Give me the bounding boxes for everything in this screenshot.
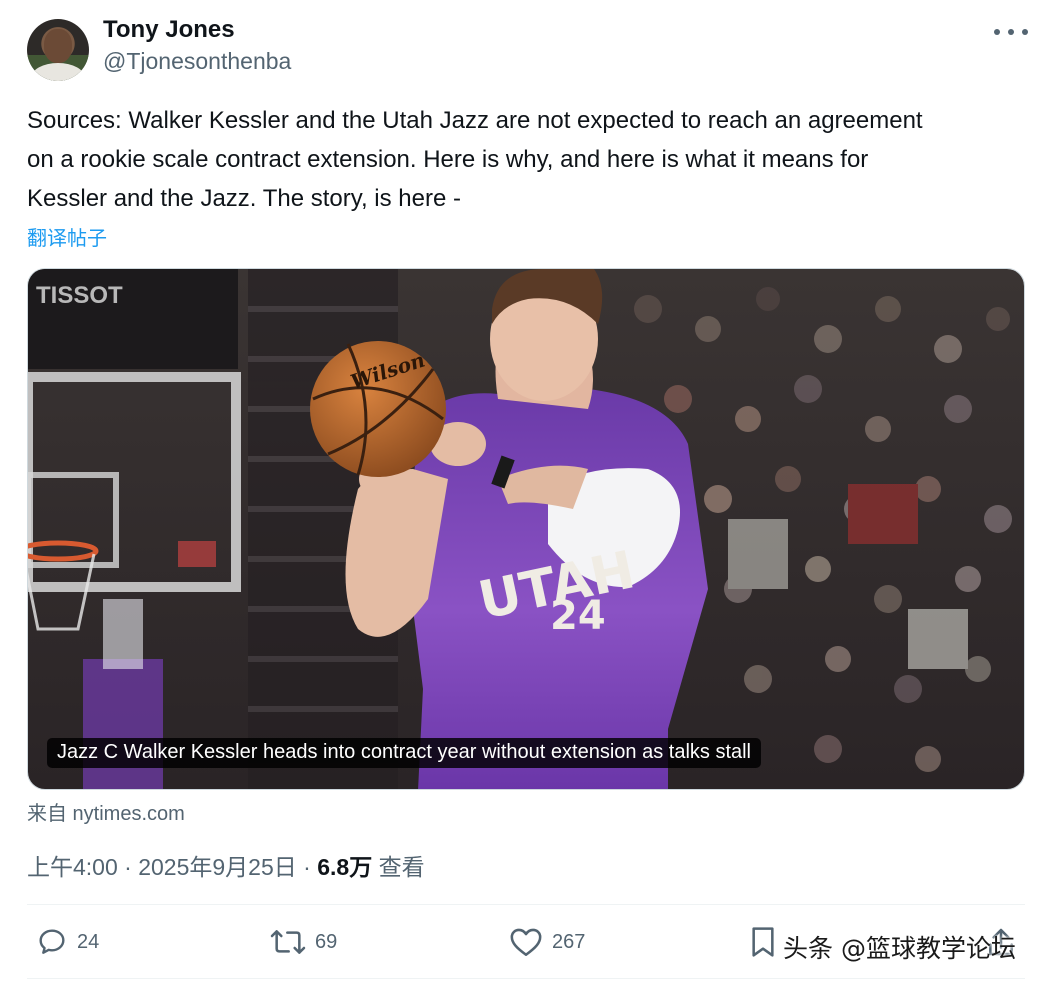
like-button[interactable]: 267 (509, 926, 585, 958)
more-icon (994, 29, 1000, 35)
bookmark-icon (752, 927, 774, 957)
link-card-caption[interactable]: Jazz C Walker Kessler heads into contrac… (47, 738, 762, 768)
sponsor-board-text: TISSOT (36, 282, 123, 309)
reply-button[interactable]: 24 (36, 926, 99, 958)
translate-post-link[interactable]: 翻译帖子 (27, 222, 107, 251)
views-count: 6.8万 (317, 854, 373, 880)
retweet-count: 69 (315, 930, 338, 953)
divider (27, 978, 1025, 979)
views-label: 查看 (378, 854, 425, 880)
retweet-icon (270, 930, 306, 954)
tweet-time[interactable]: 上午4:00 (27, 854, 118, 880)
reply-count: 24 (77, 930, 100, 953)
retweet-button[interactable]: 69 (270, 926, 337, 958)
tweet-card: Tony Jones @Tjonesonthenba Sources: Walk… (0, 0, 1053, 985)
reply-icon (39, 929, 65, 954)
tweet-text-line: Sources: Walker Kessler and the Utah Jaz… (27, 107, 923, 134)
bookmark-button[interactable] (749, 926, 777, 958)
more-options-button[interactable] (994, 20, 1028, 44)
tweet-meta: 上午4:00 · 2025年9月25日 · 6.8万 查看 (27, 848, 425, 882)
author-handle[interactable]: @Tjonesonthenba (103, 48, 291, 75)
meta-separator: · (303, 854, 311, 880)
tweet-text: Sources: Walker Kessler and the Utah Jaz… (27, 101, 1027, 218)
link-card-image[interactable]: TISSOT Wilson UTAH 24 (27, 268, 1025, 790)
tweet-date[interactable]: 2025年9月25日 (138, 854, 297, 880)
player-photo: TISSOT Wilson UTAH 24 (28, 269, 1024, 789)
link-source[interactable]: 来自 nytimes.com (27, 797, 185, 826)
author-display-name[interactable]: Tony Jones (103, 16, 235, 44)
like-icon (510, 928, 542, 957)
tweet-text-line: on a rookie scale contract extension. He… (27, 146, 869, 173)
tweet-text-line: Kessler and the Jazz. The story, is here… (27, 185, 461, 212)
avatar[interactable] (27, 19, 89, 81)
like-count: 267 (552, 930, 586, 953)
watermark: 头条 @篮球教学论坛 (783, 934, 1016, 963)
divider (27, 904, 1025, 905)
jersey-number-text: 24 (550, 593, 606, 639)
meta-separator: · (124, 854, 132, 880)
